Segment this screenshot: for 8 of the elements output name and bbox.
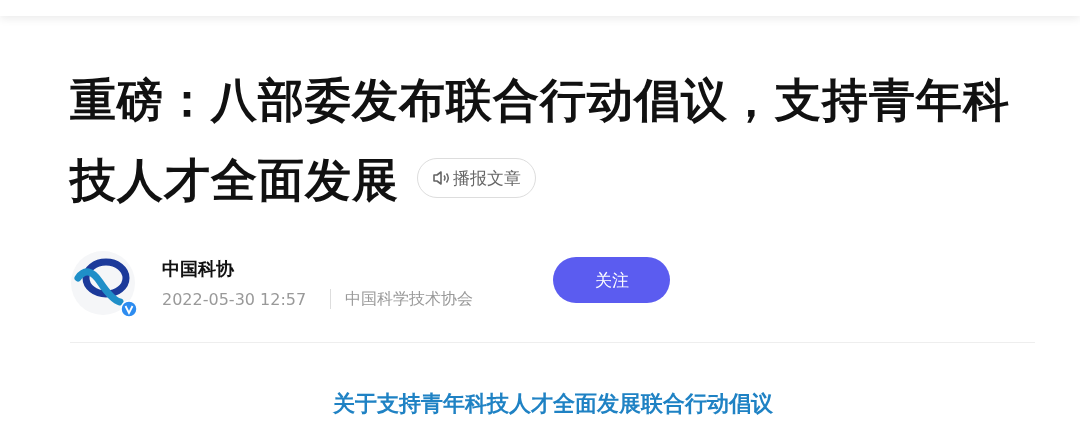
article-title: 重磅：八部委发布联合行动倡议，支持青年科技人才全面发展 播报文章	[70, 72, 1011, 209]
source-name: 中国科学技术协会	[345, 288, 474, 310]
listen-button[interactable]: 播报文章	[417, 158, 536, 198]
publish-date: 2022-05-30 12:57	[162, 289, 307, 309]
follow-button[interactable]: 关注	[553, 257, 670, 303]
author-name[interactable]: 中国科协	[162, 256, 234, 281]
speaker-icon	[432, 170, 450, 186]
section-heading: 关于支持青年科技人才全面发展联合行动倡议	[331, 390, 774, 418]
